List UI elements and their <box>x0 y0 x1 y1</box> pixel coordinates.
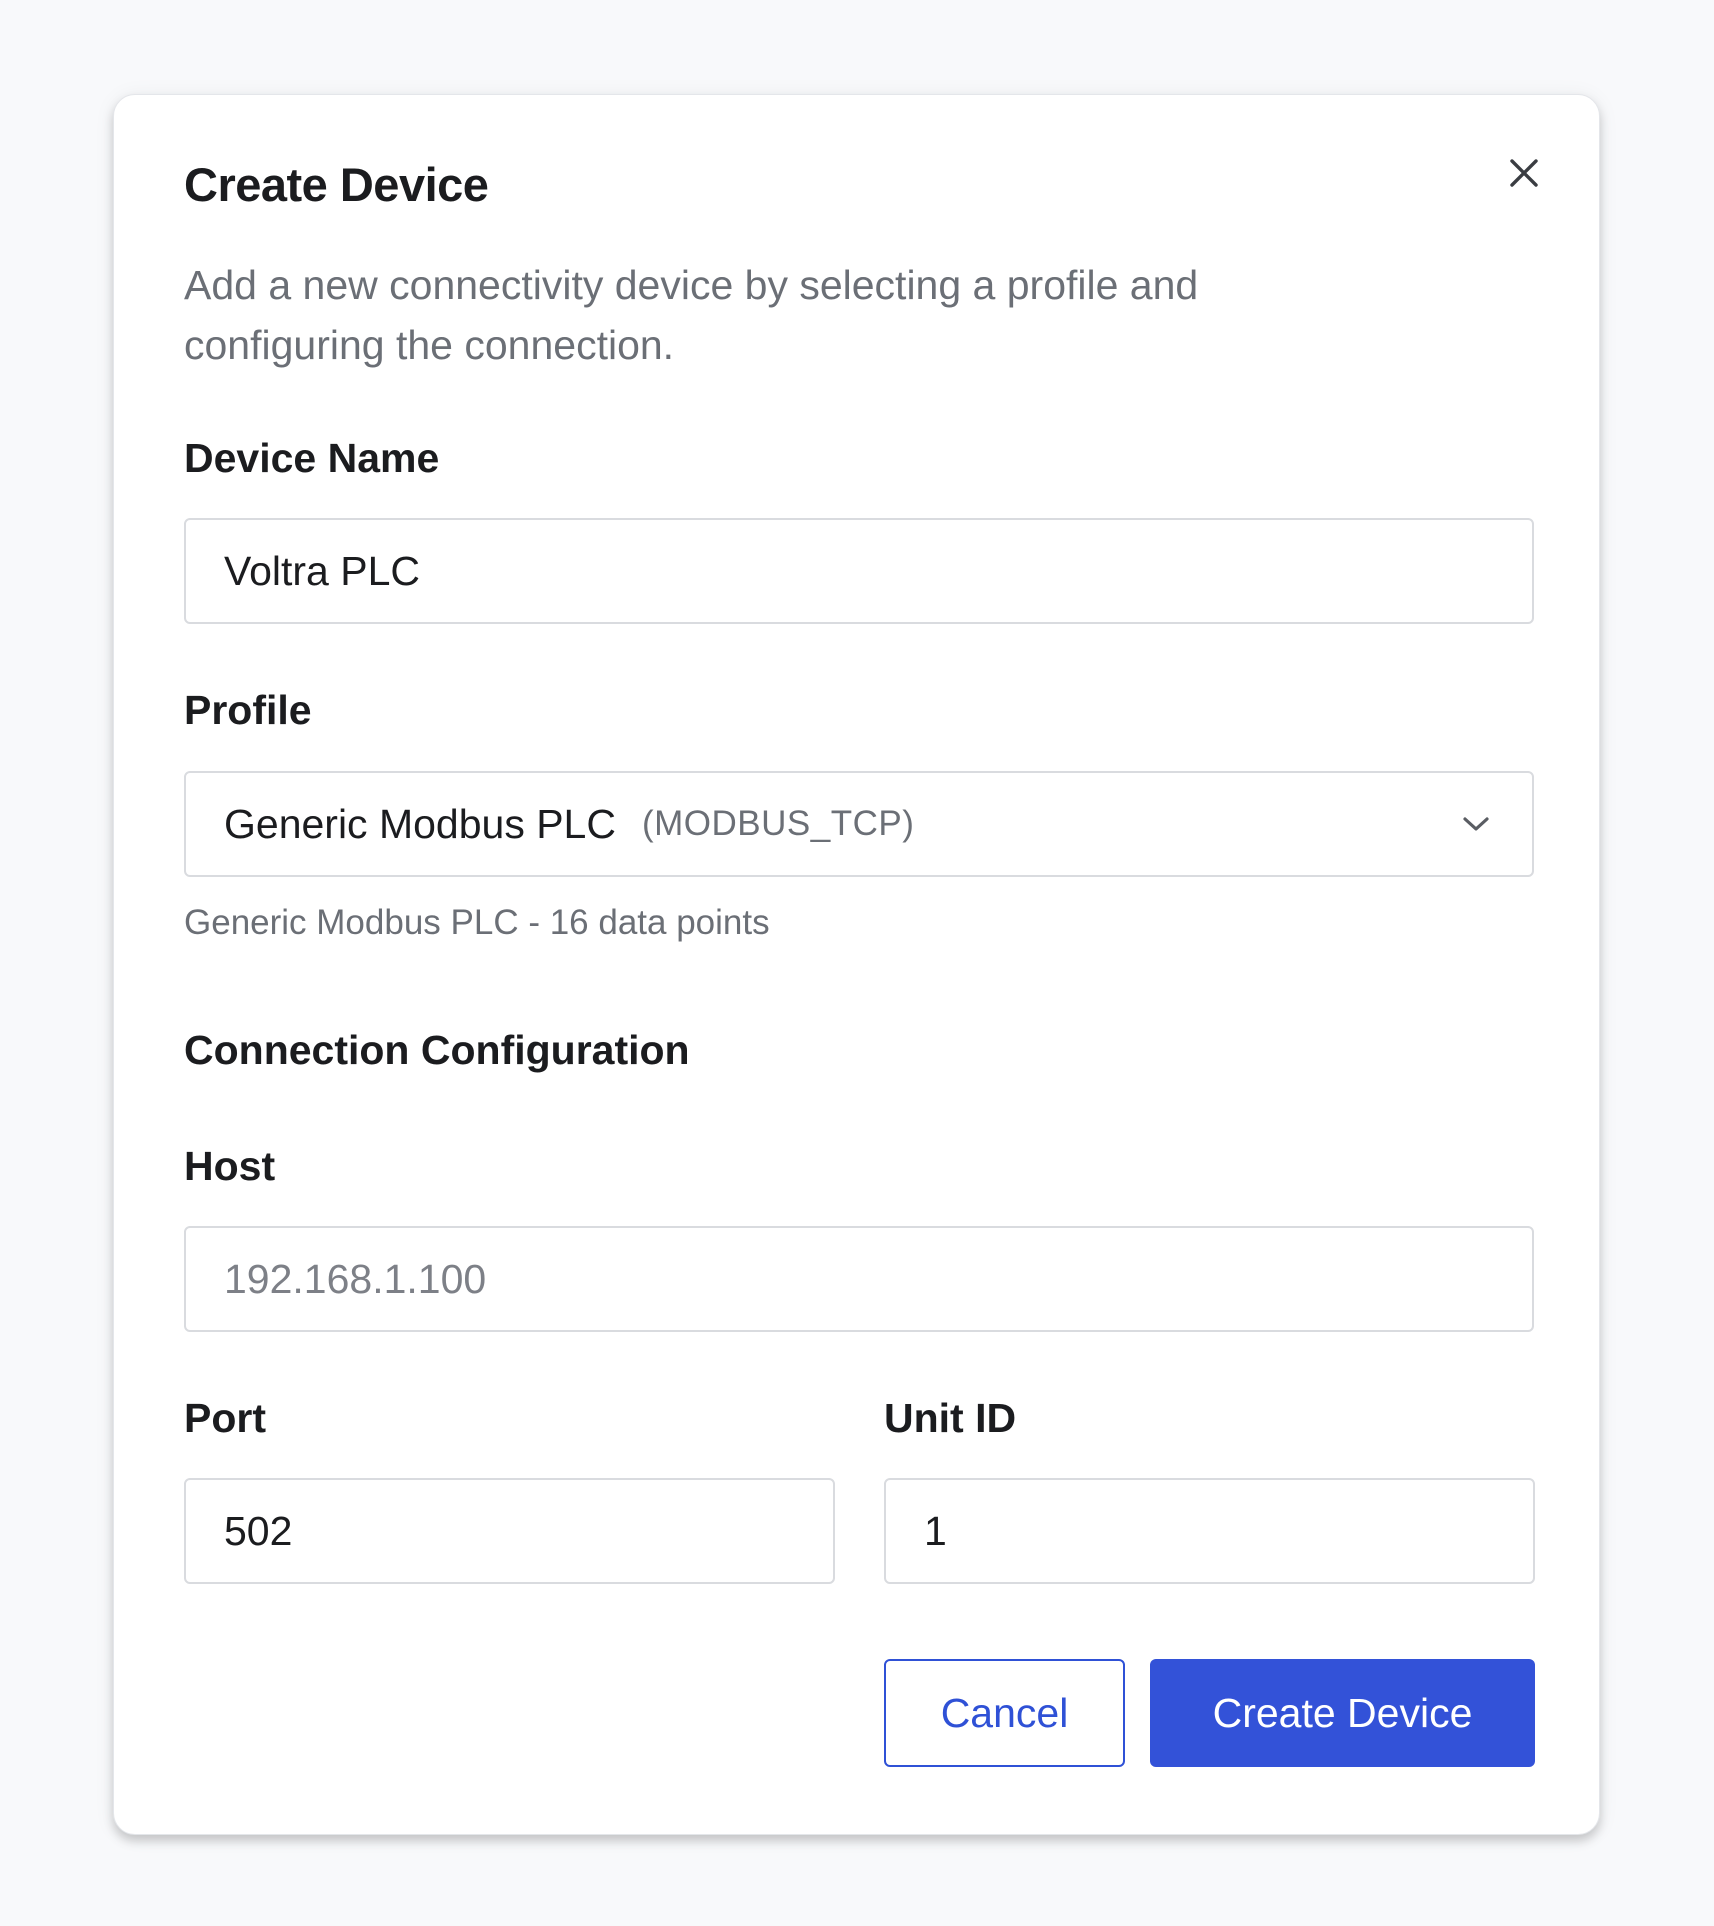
profile-select[interactable]: Generic Modbus PLC (MODBUS_TCP) <box>184 771 1534 877</box>
host-label: Host <box>184 1143 276 1189</box>
cancel-button[interactable]: Cancel <box>884 1659 1125 1767</box>
unit-id-label: Unit ID <box>884 1395 1017 1441</box>
close-icon <box>1510 159 1538 187</box>
profile-hint: Generic Modbus PLC - 16 data points <box>184 903 770 942</box>
close-button[interactable] <box>1498 147 1550 199</box>
profile-selected-value: Generic Modbus PLC <box>224 800 616 847</box>
unit-id-input[interactable] <box>884 1478 1535 1584</box>
device-name-input[interactable] <box>184 518 1534 624</box>
connection-section-title: Connection Configuration <box>184 1027 690 1073</box>
host-input[interactable] <box>184 1226 1534 1332</box>
dialog-description: Add a new connectivity device by selecti… <box>184 262 1199 368</box>
port-label: Port <box>184 1395 266 1441</box>
device-name-label: Device Name <box>184 435 440 481</box>
profile-protocol: (MODBUS_TCP) <box>641 804 915 843</box>
chevron-down-icon <box>1458 806 1494 842</box>
dialog-title: Create Device <box>184 158 489 211</box>
port-input[interactable] <box>184 1478 835 1584</box>
create-device-dialog: Create Device Add a new connectivity dev… <box>113 94 1600 1835</box>
profile-label: Profile <box>184 687 312 733</box>
create-device-button[interactable]: Create Device <box>1150 1659 1535 1767</box>
